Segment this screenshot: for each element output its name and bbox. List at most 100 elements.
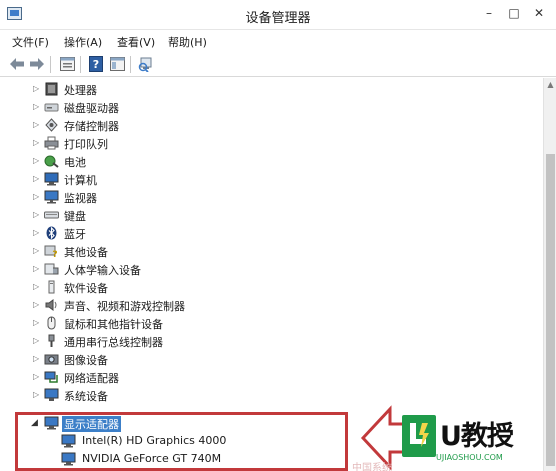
tree-item-battery[interactable]: ▷ 电池: [0, 152, 543, 170]
watermark-logo: U教授 UJIAOSHOU.COM: [402, 412, 556, 471]
tree-item-print-queues[interactable]: ▷ 打印队列: [0, 134, 543, 152]
tree-item-label: 鼠标和其他指针设备: [64, 318, 163, 331]
expand-arrow-icon[interactable]: ▷: [33, 245, 41, 257]
network-adapter-icon: [44, 370, 59, 384]
expand-arrow-icon[interactable]: ▷: [33, 173, 41, 185]
tree-item-system-devices[interactable]: ▷ 系统设备: [0, 386, 543, 404]
tree-item-label: 通用串行总线控制器: [64, 336, 163, 349]
tree-item-label: 人体学输入设备: [64, 264, 141, 277]
minimize-button[interactable]: –: [476, 2, 502, 24]
toolbar-separator: [80, 56, 81, 73]
properties-icon[interactable]: [58, 55, 76, 73]
expand-arrow-icon[interactable]: ▷: [33, 263, 41, 275]
tree-item-usb-controllers[interactable]: ▷ 通用串行总线控制器: [0, 332, 543, 350]
forward-icon[interactable]: [28, 55, 46, 73]
menu-file[interactable]: 文件(F): [12, 34, 49, 50]
scan-hardware-icon[interactable]: [137, 55, 155, 73]
tree-item-other-devices[interactable]: ▷ ? 其他设备: [0, 242, 543, 260]
tree-item-label: 其他设备: [64, 246, 108, 259]
tree-item-label: 存储控制器: [64, 120, 119, 133]
printer-icon: [44, 136, 59, 150]
expand-arrow-icon[interactable]: ▷: [33, 191, 41, 203]
menu-view[interactable]: 查看(V): [117, 34, 155, 50]
expand-arrow-icon[interactable]: ▷: [33, 227, 41, 239]
tree-item-label: 电池: [64, 156, 86, 169]
sound-icon: [44, 298, 59, 312]
close-button[interactable]: ✕: [526, 2, 552, 24]
logo-tile-icon: [402, 415, 436, 457]
tree-item-label: 网络适配器: [64, 372, 119, 385]
tree-item-hid[interactable]: ▷ 人体学输入设备: [0, 260, 543, 278]
menu-help[interactable]: 帮助(H): [168, 34, 207, 50]
svg-text:?: ?: [93, 58, 99, 71]
window-title: 设备管理器: [245, 11, 311, 26]
logo-subtext: UJIAOSHOU.COM: [436, 453, 503, 462]
tree-item-sound-video-game[interactable]: ▷ 声音、视频和游戏控制器: [0, 296, 543, 314]
highlight-rectangle: [15, 412, 348, 471]
tree-item-imaging-devices[interactable]: ▷ 图像设备: [0, 350, 543, 368]
logo-text: U教授: [440, 421, 514, 452]
tree-item-label: 监视器: [64, 192, 97, 205]
disk-drive-icon: [44, 100, 59, 114]
usb-icon: [44, 334, 59, 348]
expand-arrow-icon[interactable]: ▷: [33, 371, 41, 383]
background-watermark: 中国系统: [352, 463, 392, 471]
keyboard-icon: [44, 208, 59, 222]
tree-item-software-devices[interactable]: ▷ 软件设备: [0, 278, 543, 296]
other-devices-icon: ?: [44, 244, 59, 260]
battery-icon: [44, 154, 59, 168]
bluetooth-icon: [44, 226, 59, 240]
expand-arrow-icon[interactable]: ▷: [33, 101, 41, 113]
toolbar: ?: [0, 52, 556, 77]
expand-arrow-icon[interactable]: ▷: [33, 119, 41, 131]
expand-arrow-icon[interactable]: ▷: [33, 209, 41, 221]
tree-item-label: 磁盘驱动器: [64, 102, 119, 115]
tree-item-computer[interactable]: ▷ 计算机: [0, 170, 543, 188]
menu-action[interactable]: 操作(A): [64, 34, 102, 50]
tree-item-label: 蓝牙: [64, 228, 86, 241]
tree-item-processor[interactable]: ▷ 处理器: [0, 80, 543, 98]
processor-icon: [44, 82, 59, 96]
tree-item-label: 键盘: [64, 210, 86, 223]
back-icon[interactable]: [8, 55, 26, 73]
tree-item-storage-controllers[interactable]: ▷ 存储控制器: [0, 116, 543, 134]
computer-icon: [44, 172, 59, 186]
expand-arrow-icon[interactable]: ▷: [33, 317, 41, 329]
tree-item-bluetooth[interactable]: ▷ 蓝牙: [0, 224, 543, 242]
expand-arrow-icon[interactable]: ▷: [33, 389, 41, 401]
tree-item-label: 系统设备: [64, 390, 108, 403]
hid-icon: [44, 262, 59, 276]
toolbar-separator: [50, 56, 51, 73]
title-bar: 设备管理器 – □ ✕: [0, 0, 556, 30]
maximize-button[interactable]: □: [501, 2, 527, 24]
tree-item-monitors[interactable]: ▷ 监视器: [0, 188, 543, 206]
expand-arrow-icon[interactable]: ▷: [33, 299, 41, 311]
tree-item-label: 声音、视频和游戏控制器: [64, 300, 185, 313]
expand-arrow-icon[interactable]: ▷: [33, 137, 41, 149]
tree-item-label: 图像设备: [64, 354, 108, 367]
monitor-icon: [44, 190, 59, 204]
expand-arrow-icon[interactable]: ▷: [33, 281, 41, 293]
help-icon[interactable]: ?: [87, 55, 105, 73]
menu-bar: 文件(F) 操作(A) 查看(V) 帮助(H): [0, 30, 556, 52]
toolbar-separator: [130, 56, 131, 73]
expand-arrow-icon[interactable]: ▷: [33, 353, 41, 365]
tree-item-label: 处理器: [64, 84, 97, 97]
system-device-icon: [44, 388, 59, 402]
tree-item-mice[interactable]: ▷ 鼠标和其他指针设备: [0, 314, 543, 332]
tree-item-label: 计算机: [64, 174, 97, 187]
tree-item-network-adapters[interactable]: ▷ 网络适配器: [0, 368, 543, 386]
scroll-up-arrow-icon[interactable]: ▲: [545, 80, 556, 90]
tree-item-label: 打印队列: [64, 138, 108, 151]
mouse-icon: [44, 316, 59, 330]
tree-item-label: 软件设备: [64, 282, 108, 295]
view-icon[interactable]: [108, 55, 126, 73]
tree-item-disk-drives[interactable]: ▷ 磁盘驱动器: [0, 98, 543, 116]
tree-item-keyboards[interactable]: ▷ 键盘: [0, 206, 543, 224]
expand-arrow-icon[interactable]: ▷: [33, 83, 41, 95]
storage-controller-icon: [44, 118, 59, 132]
expand-arrow-icon[interactable]: ▷: [33, 155, 41, 167]
imaging-device-icon: [44, 352, 59, 366]
expand-arrow-icon[interactable]: ▷: [33, 335, 41, 347]
software-device-icon: [44, 280, 59, 294]
